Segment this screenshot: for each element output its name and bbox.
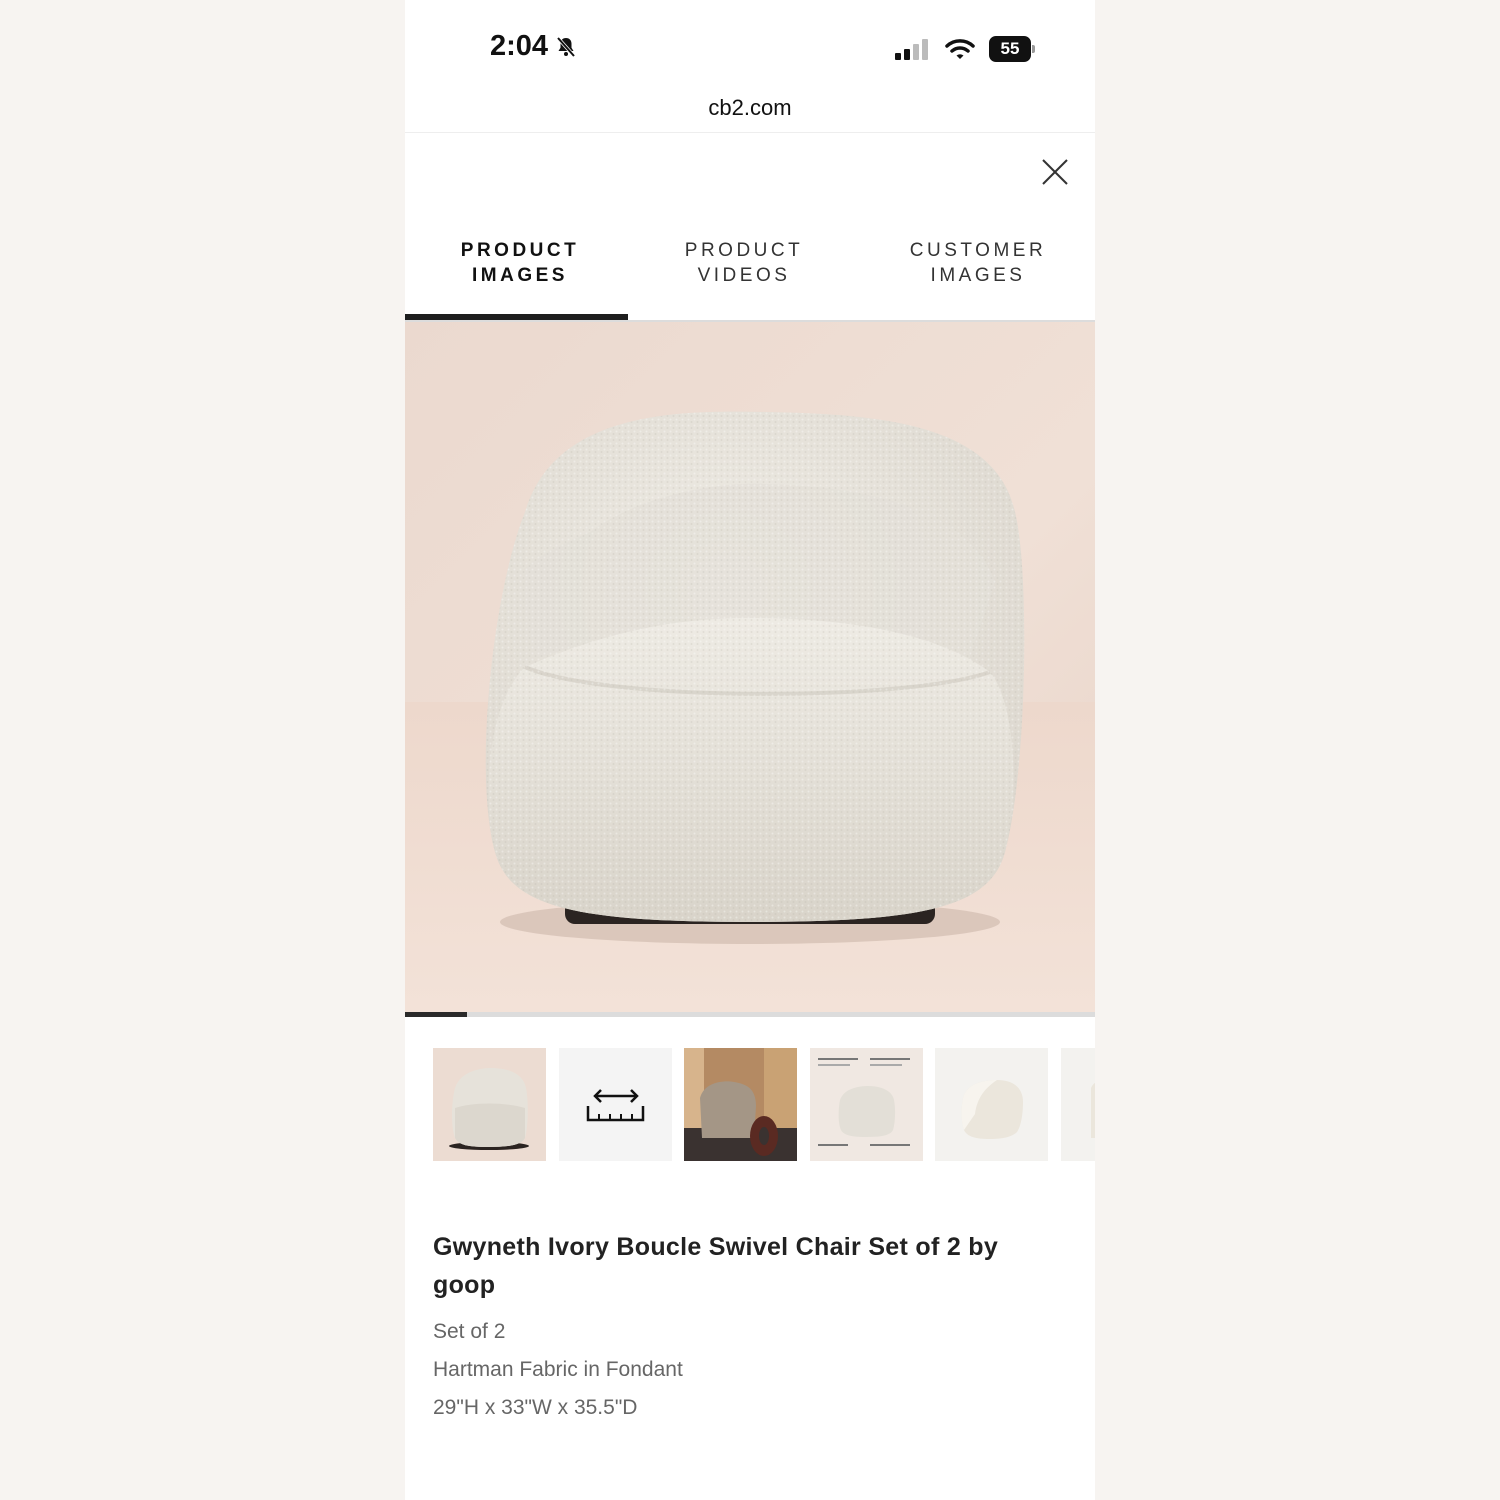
chair-thumbnail-image (433, 1048, 546, 1161)
tab-label-line1: CUSTOMER (909, 240, 1047, 261)
thumbnail-feature-callouts[interactable] (810, 1048, 923, 1161)
tab-product-videos[interactable]: PRODUCT VIDEOS (629, 238, 859, 288)
time-text: 2:04 (490, 30, 549, 62)
tab-label-line1: PRODUCT (684, 240, 804, 261)
tab-label-line1: PRODUCT (460, 240, 580, 261)
thumbnail-strip[interactable] (433, 1048, 1095, 1173)
thumbnail-chair-side[interactable] (1061, 1048, 1095, 1161)
gallery-progress-track (405, 1012, 1095, 1017)
wifi-icon (945, 39, 975, 59)
tab-label-line2: IMAGES (930, 265, 1026, 286)
status-icons: 55 (895, 36, 1035, 62)
battery-level: 55 (1000, 39, 1020, 58)
room-thumbnail-image (684, 1048, 797, 1161)
main-product-image[interactable] (405, 322, 1095, 1012)
product-spec-dimensions: 29"H x 33"W x 35.5"D (433, 1396, 638, 1419)
close-icon (1042, 159, 1068, 185)
url-bar[interactable]: cb2.com (405, 92, 1095, 133)
tab-label-line2: VIDEOS (697, 265, 791, 286)
product-spec-quantity: Set of 2 (433, 1320, 506, 1343)
active-tab-indicator (405, 314, 628, 320)
product-spec-fabric: Hartman Fabric in Fondant (433, 1358, 683, 1381)
chair-photo (405, 322, 1095, 1012)
chair-angle-thumbnail-image (935, 1048, 1048, 1161)
chair-side-thumbnail-image (1061, 1048, 1095, 1161)
silent-bell-icon (556, 36, 576, 57)
url-text: cb2.com (708, 95, 792, 120)
close-button[interactable] (1039, 156, 1071, 188)
tab-customer-images[interactable]: CUSTOMER IMAGES (863, 238, 1093, 288)
phone-screen: 2:04 55 cb2.com PRODUCT IMAGES PRODUCT V… (405, 0, 1095, 1500)
tab-product-images[interactable]: PRODUCT IMAGES (405, 238, 635, 288)
callouts-thumbnail-image (810, 1048, 923, 1161)
thumbnail-lifestyle-room[interactable] (684, 1048, 797, 1161)
status-time: 2:04 (490, 30, 578, 63)
gallery-progress-fill (405, 1012, 468, 1017)
dimensions-icon (586, 1089, 645, 1122)
cellular-signal-icon (895, 39, 928, 60)
thumbnail-chair-front[interactable] (433, 1048, 546, 1161)
product-title: Gwyneth Ivory Boucle Swivel Chair Set of… (433, 1233, 999, 1299)
thumbnail-chair-angle[interactable] (935, 1048, 1048, 1161)
battery-icon: 55 (989, 36, 1035, 62)
media-tabs: PRODUCT IMAGES PRODUCT VIDEOS CUSTOMER I… (405, 228, 1095, 322)
tab-label-line2: IMAGES (472, 265, 568, 286)
thumbnail-dimensions[interactable] (559, 1048, 672, 1161)
